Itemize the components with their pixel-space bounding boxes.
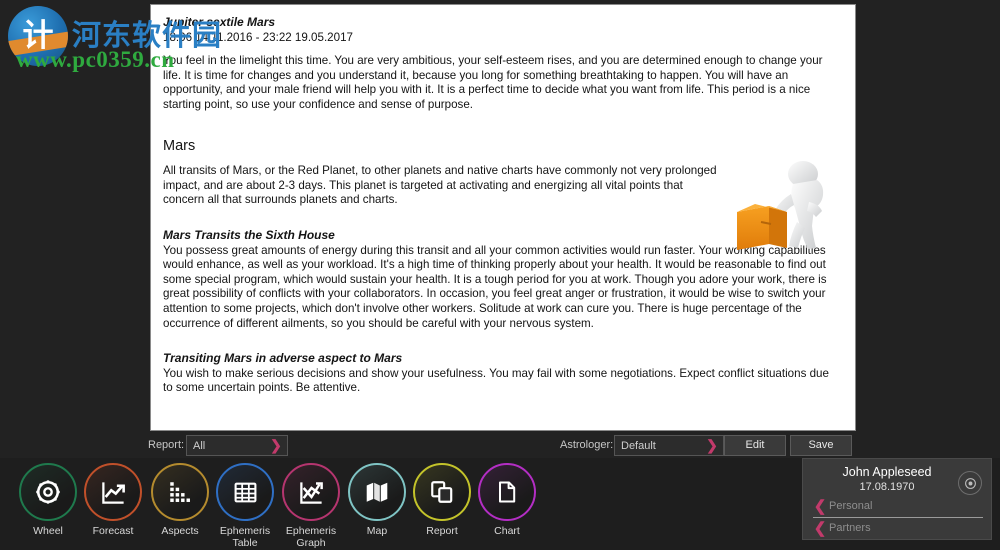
chevron-right-icon[interactable]: ❯: [265, 436, 287, 455]
profile-row-label: Personal: [829, 500, 873, 512]
astrologer-select-value: Default: [621, 439, 656, 452]
report-select[interactable]: All ❯: [186, 435, 288, 456]
chevron-left-icon[interactable]: ❮: [811, 519, 829, 537]
document-page-icon[interactable]: [478, 463, 536, 521]
crossing-lines-icon[interactable]: [282, 463, 340, 521]
trend-up-chart-icon[interactable]: [84, 463, 142, 521]
profile-name: John Appleseed: [842, 465, 932, 479]
astrology-app-window: 计 河东软件园 www.pc0359.cn Jupiter sextile Ma…: [0, 0, 1000, 550]
astrologer-select-label: Astrologer:: [560, 439, 614, 451]
chevron-right-icon[interactable]: ❯: [701, 436, 723, 455]
planet-paragraph: All transits of Mars, or the Red Planet,…: [163, 164, 717, 207]
profile-panel[interactable]: John Appleseed 17.08.1970 ❮ Personal ❮ P…: [802, 458, 992, 540]
grid-table-icon[interactable]: [216, 463, 274, 521]
house-paragraph: You possess great amounts of energy duri…: [163, 243, 827, 330]
transit-title: Jupiter sextile Mars: [163, 15, 276, 29]
toolbar-button-label: Chart: [494, 525, 520, 537]
toolbar-button-chart[interactable]: Chart: [467, 463, 547, 537]
report-document-scroll-area[interactable]: Jupiter sextile Mars 18:06 14.11.2016 - …: [150, 4, 856, 431]
planet-heading: Mars: [163, 137, 196, 154]
astrologer-select[interactable]: Default ❯: [614, 435, 724, 456]
report-option-bar: Report: All ❯ Astrologer: Default ❯ Edit…: [0, 434, 1000, 458]
watermark-logo-icon: 计: [8, 6, 68, 66]
save-button[interactable]: Save: [790, 435, 852, 456]
edit-button[interactable]: Edit: [724, 435, 786, 456]
stacked-pages-icon[interactable]: [413, 463, 471, 521]
aspect-heading: Transiting Mars in adverse aspect to Mar…: [163, 351, 403, 366]
transit-dates: 18:06 14.11.2016 - 23:22 19.05.2017: [163, 30, 353, 44]
profile-row-label: Partners: [829, 522, 871, 534]
profile-birth-date: 17.08.1970: [859, 481, 915, 493]
profile-row-personal[interactable]: ❮ Personal: [811, 497, 985, 515]
gear-icon[interactable]: [958, 471, 982, 495]
logo-band: [8, 29, 68, 58]
folded-map-icon[interactable]: [348, 463, 406, 521]
dot-matrix-icon[interactable]: [151, 463, 209, 521]
profile-row-partners[interactable]: ❮ Partners: [811, 519, 985, 537]
intro-paragraph: You feel in the limelight this time. You…: [163, 54, 823, 111]
wheel-gear-icon[interactable]: [19, 463, 77, 521]
report-select-label: Report:: [148, 439, 185, 451]
aspect-paragraph: You wish to make serious decisions and s…: [163, 366, 829, 395]
profile-divider: [813, 517, 983, 518]
chevron-left-icon[interactable]: ❮: [811, 497, 829, 515]
report-select-value: All: [193, 439, 206, 452]
logo-glyph: 计: [22, 18, 54, 53]
figure-pushing-box-illustration: [731, 160, 843, 255]
